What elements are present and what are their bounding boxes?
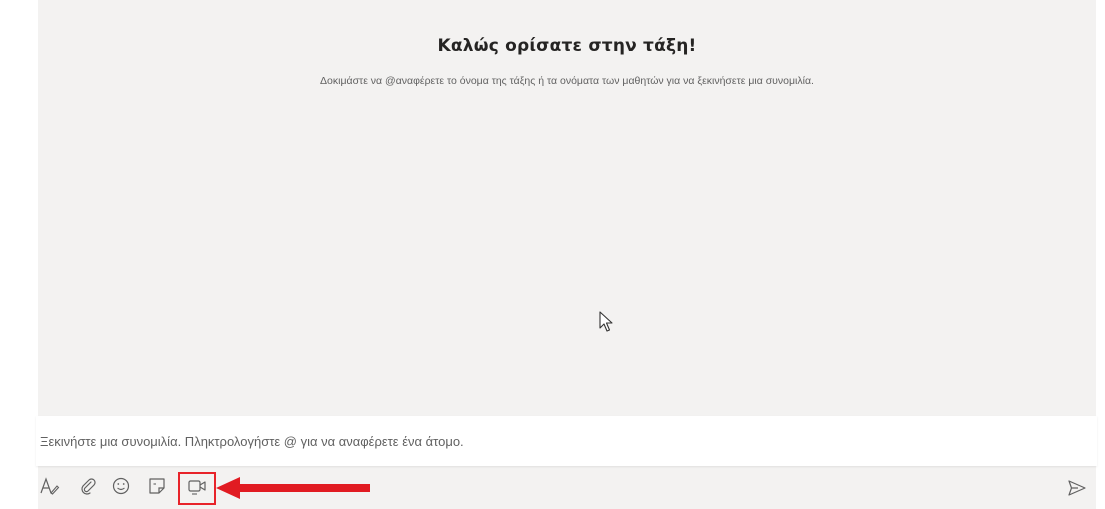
welcome-title: Καλώς ορίσατε στην τάξη! [437, 36, 697, 56]
emoji-icon [112, 477, 130, 495]
sticker-button[interactable] [145, 473, 169, 499]
red-arrow-icon [216, 477, 370, 499]
format-icon [40, 477, 60, 495]
highlight-box [178, 472, 216, 505]
send-icon [1068, 480, 1086, 496]
welcome-subtitle: Δοκιμάστε να @αναφέρετε το όνομα της τάξ… [320, 75, 814, 87]
mouse-pointer-icon [599, 311, 613, 332]
emoji-button[interactable] [109, 473, 133, 499]
sticker-icon [149, 478, 165, 494]
attach-icon [81, 478, 96, 495]
send-button[interactable] [1065, 476, 1089, 500]
compose-box[interactable] [36, 416, 1097, 466]
attach-button[interactable] [76, 473, 100, 499]
message-input[interactable] [36, 416, 1097, 466]
format-button[interactable] [38, 473, 62, 499]
